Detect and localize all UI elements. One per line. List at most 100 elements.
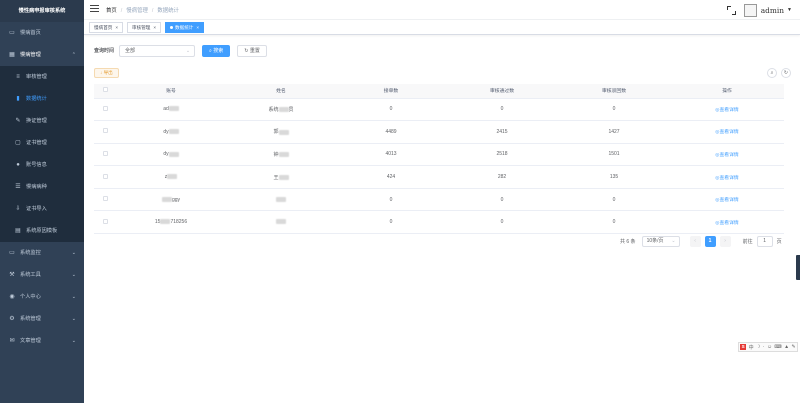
- close-icon[interactable]: ×: [153, 25, 156, 30]
- page-size-select[interactable]: 10条/页 ⌄: [641, 235, 680, 247]
- sidebar-item[interactable]: ☰ 慢病病种: [0, 176, 84, 198]
- row-select-cell[interactable]: [94, 98, 116, 122]
- sidebar-item[interactable]: ▭ 系统监控 ⌄: [0, 242, 84, 264]
- view-details-link[interactable]: ◎查看详情: [715, 153, 738, 158]
- masked-text: [276, 196, 286, 202]
- action-cell: ◎查看详情: [670, 210, 784, 235]
- sidebar-item[interactable]: ⚙ 系统管理 ⌄: [0, 308, 84, 330]
- sidebar-item[interactable]: ⚒ 系统工具 ⌄: [0, 264, 84, 286]
- row-checkbox[interactable]: [102, 196, 108, 202]
- name-cell: 钟: [226, 143, 336, 167]
- sidebar-item[interactable]: ⇩ 证书导入: [0, 198, 84, 220]
- list-icon: ≡: [16, 74, 20, 80]
- masked-text: [160, 219, 171, 225]
- row-checkbox[interactable]: [102, 218, 108, 224]
- view-details-link[interactable]: ◎查看详情: [715, 130, 738, 135]
- search-button[interactable]: ⌕ 搜索: [202, 44, 231, 57]
- ime-chinese-icon[interactable]: 中: [749, 344, 754, 351]
- ime-emoji-icon[interactable]: ☺: [767, 344, 772, 350]
- row-checkbox[interactable]: [102, 173, 108, 179]
- sidebar-item[interactable]: ✉ 文章管理 ⌄: [0, 330, 84, 352]
- masked-text: [278, 129, 289, 135]
- table-header-row: 账号 姓名 接单数 审核通过数 审核驳回数 操作: [94, 84, 784, 99]
- row-select-cell[interactable]: [94, 143, 116, 167]
- tag-audit[interactable]: 审核管理 ×: [127, 22, 162, 33]
- goto-page-input[interactable]: 1: [756, 235, 773, 247]
- ime-logo-icon[interactable]: S: [740, 344, 747, 350]
- caret-down-icon[interactable]: ▼: [787, 7, 792, 13]
- row-select-cell[interactable]: [94, 188, 116, 212]
- account-cell: z: [116, 165, 226, 189]
- account-cell: ggy: [116, 188, 226, 212]
- reset-button[interactable]: ↻ 重置: [237, 44, 267, 57]
- column-header: 账号: [116, 84, 226, 99]
- name-cell: [226, 210, 336, 235]
- sidebar-item[interactable]: ≡ 审核管理: [0, 66, 84, 88]
- breadcrumb-section[interactable]: 慢病管理: [126, 8, 148, 14]
- view-details-link[interactable]: ◎查看详情: [715, 108, 738, 113]
- name-text: 系统: [268, 106, 279, 113]
- sidebar-item-label: 慢病病种: [26, 184, 47, 190]
- monitor-icon: ▭: [9, 30, 15, 36]
- hamburger-icon[interactable]: [90, 5, 99, 14]
- query-time-select[interactable]: 全部 ⌄: [119, 44, 196, 57]
- toggle-search-button[interactable]: ⌕: [767, 68, 777, 78]
- username[interactable]: admin: [761, 6, 784, 15]
- view-details-link[interactable]: ◎查看详情: [715, 221, 738, 226]
- view-details-link[interactable]: ◎查看详情: [715, 176, 738, 181]
- page-number-button[interactable]: 1: [704, 235, 716, 247]
- tag-statistics[interactable]: 数据统计 ×: [165, 22, 205, 33]
- close-icon[interactable]: ×: [115, 25, 118, 30]
- view-details-link[interactable]: ◎查看详情: [715, 198, 738, 203]
- side-panel-handle[interactable]: [796, 255, 800, 280]
- prev-page-button[interactable]: ‹: [689, 235, 701, 247]
- sidebar-item[interactable]: ▭ 慢病首页: [0, 22, 84, 44]
- row-select-cell[interactable]: [94, 120, 116, 144]
- row-select-cell[interactable]: [94, 165, 116, 189]
- ime-punct-icon[interactable]: ·: [763, 344, 765, 350]
- next-page-button[interactable]: ›: [719, 235, 731, 247]
- account-text: ad: [163, 106, 169, 113]
- ime-moon-icon[interactable]: ☽: [756, 344, 760, 350]
- rejected-cell: 135: [558, 165, 670, 189]
- sidebar-menu: ▭ 慢病首页 ▦ 慢病管理 ⌃ ≡ 审核管理 ▮ 数据统计 ✎ 换证管理 ▢ 证书管理 ● 账号信息 ☰ 慢病病…: [0, 22, 84, 352]
- select-all-checkbox[interactable]: [102, 87, 108, 93]
- search-form: 查询时间 全部 ⌄ ⌕ 搜索 ↻ 重置: [94, 44, 267, 57]
- row-checkbox[interactable]: [102, 105, 108, 111]
- column-header: 姓名: [226, 84, 336, 99]
- row-select-cell[interactable]: [94, 210, 116, 235]
- row-checkbox[interactable]: [102, 128, 108, 134]
- sidebar-item[interactable]: ✎ 换证管理: [0, 110, 84, 132]
- ime-tools-icon[interactable]: ✎: [792, 344, 796, 350]
- tag-home[interactable]: 慢病首页 ×: [89, 22, 124, 33]
- app-logo[interactable]: 慢性病申报审核系统: [0, 0, 84, 22]
- refresh-button[interactable]: ↻: [781, 68, 791, 78]
- tags-view: 慢病首页 × 审核管理 × 数据统计 ×: [84, 20, 800, 35]
- avatar[interactable]: [743, 3, 757, 17]
- top-navbar: 首页 / 慢病管理 / 数据统计 admin ▼: [84, 0, 800, 20]
- select-all-header[interactable]: [94, 84, 116, 99]
- name-cell: 郭: [226, 120, 336, 144]
- sidebar-item[interactable]: ▮ 数据统计: [0, 88, 84, 110]
- sidebar-item[interactable]: ◉ 个人中心 ⌄: [0, 286, 84, 308]
- close-icon[interactable]: ×: [196, 25, 199, 30]
- ime-toolbar[interactable]: S 中 ☽ · ☺ ⌨ ▲ ✎: [738, 342, 798, 352]
- sidebar-item[interactable]: ▢ 证书管理: [0, 132, 84, 154]
- breadcrumb-home[interactable]: 首页: [106, 8, 117, 14]
- ime-keyboard-icon[interactable]: ⌨: [775, 344, 782, 350]
- orders-cell: 0: [336, 188, 446, 212]
- table-row: ad 系统员 0 0 0 ◎查看详情: [94, 98, 784, 122]
- action-cell: ◎查看详情: [670, 120, 784, 144]
- fullscreen-icon[interactable]: [726, 5, 736, 15]
- refresh-icon: ↻: [783, 70, 789, 76]
- ime-shirt-icon[interactable]: ▲: [784, 344, 789, 350]
- row-checkbox[interactable]: [102, 150, 108, 156]
- sidebar-item[interactable]: ● 账号信息: [0, 154, 84, 176]
- column-header: 审核通过数: [446, 84, 558, 99]
- sidebar-item[interactable]: ▤ 系统原因模板: [0, 220, 84, 242]
- sidebar-item[interactable]: ▦ 慢病管理 ⌃: [0, 44, 84, 66]
- chevron-down-icon: ⌄: [71, 272, 76, 278]
- query-time-label: 查询时间: [94, 48, 115, 54]
- sidebar-item-label: 慢病首页: [20, 30, 41, 36]
- export-button[interactable]: ↓ 导出: [94, 68, 119, 78]
